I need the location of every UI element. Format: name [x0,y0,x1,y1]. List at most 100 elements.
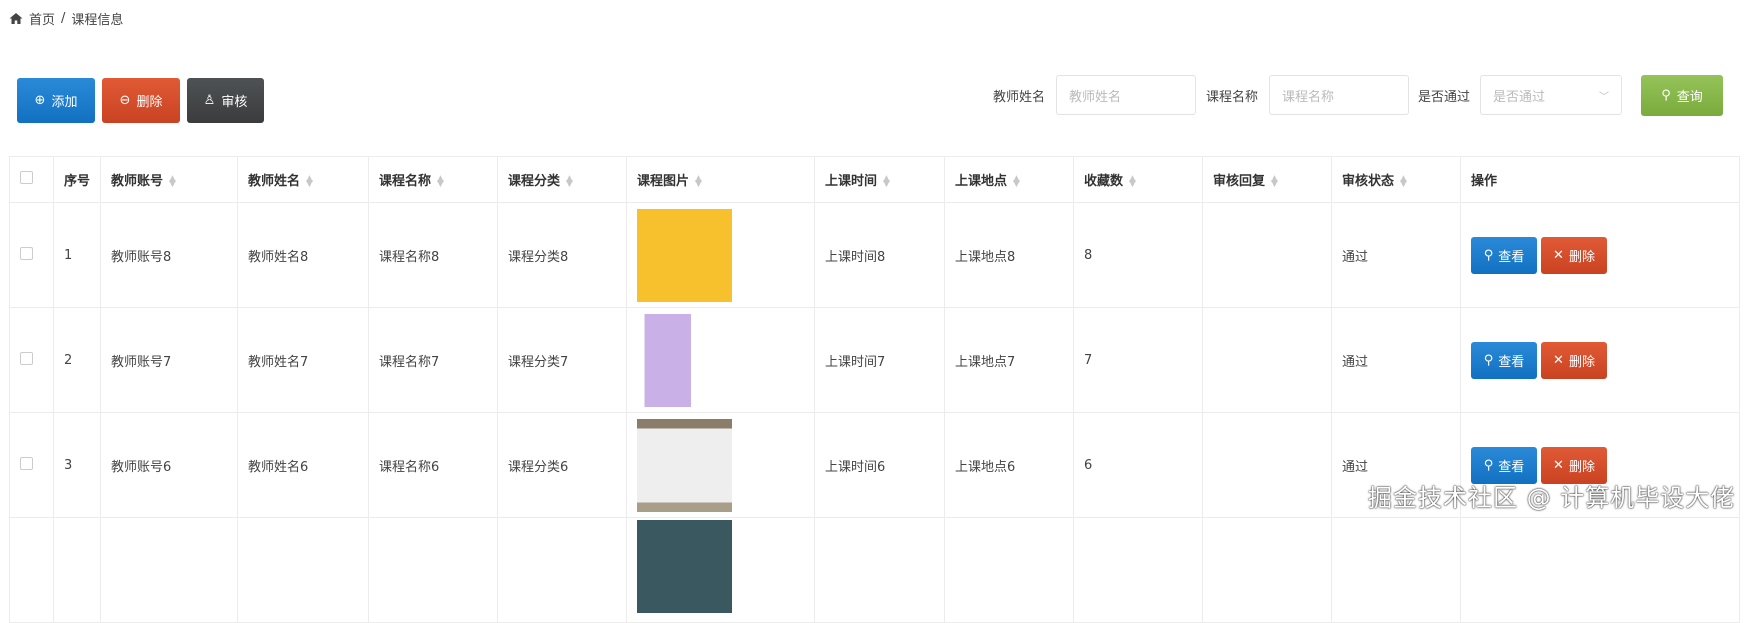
sort-icon[interactable]: ▲ ▼ [306,174,313,188]
view-label: 查看 [1498,354,1525,370]
breadcrumb-separator: / [61,11,66,26]
header-account[interactable]: 教师账号 ▲ ▼ [100,156,238,203]
pass-placeholder: 是否通过 [1493,89,1546,105]
cell-index: 3 [53,412,101,518]
row-delete-button[interactable]: ✕ 删除 [1541,341,1607,379]
cell-index: 2 [53,307,101,413]
delete-label: 删除 [1568,249,1595,265]
query-label: 查询 [1676,90,1703,105]
cell-name: 教师姓名6 [237,412,369,518]
query-button[interactable]: ⚲ 查询 [1641,75,1723,116]
home-icon[interactable] [9,12,23,25]
header-course[interactable]: 课程名称 ▲ ▼ [368,156,498,203]
cell-image [626,202,815,308]
cell-actions: ⚲ 查看 ✕ 删除 [1460,202,1740,308]
chevron-down-icon: ﹀ [1599,91,1609,103]
cell-favorites: 7 [1073,307,1203,413]
sort-icon[interactable]: ▲ ▼ [1400,174,1407,188]
cell-account: 教师账号6 [100,412,238,518]
cell-actions: ⚲ 查看 ✕ 删除 [1460,307,1740,413]
cell-name: 教师姓名8 [237,202,369,308]
sort-icon[interactable]: ▲ ▼ [1271,174,1278,188]
view-label: 查看 [1498,249,1525,265]
row-checkbox[interactable] [9,202,54,308]
table-row: 2 教师账号7 教师姓名7 课程名称7 课程分类7 上课时间7 上课地点7 7 … [9,307,1740,413]
header-favorites[interactable]: 收藏数 ▲ ▼ [1073,156,1203,203]
header-index: 序号 [53,156,101,203]
view-button[interactable]: ⚲ 查看 [1471,236,1537,274]
select-all-checkbox[interactable] [9,156,54,203]
cell-place: 上课地点7 [944,307,1074,413]
user-icon: ♙ [203,93,216,108]
header-place[interactable]: 上课地点 ▲ ▼ [944,156,1074,203]
audit-label: 审核 [221,95,248,110]
header-status[interactable]: 审核状态 ▲ ▼ [1331,156,1461,203]
close-icon: ✕ [1553,247,1564,263]
cell-favorites: 8 [1073,202,1203,308]
course-image[interactable] [637,208,732,302]
sort-icon[interactable]: ▲ ▼ [1013,174,1020,188]
delete-button[interactable]: ⊖ 删除 [102,78,180,123]
cell-course: 课程名称7 [368,307,498,413]
search-icon: ⚲ [1483,247,1494,263]
add-button[interactable]: ⊕ 添加 [17,78,95,123]
cell-image [626,412,815,518]
close-icon: ✕ [1553,352,1564,368]
teacher-name-input[interactable]: 教师姓名 [1056,75,1196,115]
header-image[interactable]: 课程图片 ▲ ▼ [626,156,815,203]
teacher-name-label: 教师姓名 [993,90,1046,105]
cell-image [626,307,815,413]
minus-circle-icon: ⊖ [119,93,131,108]
breadcrumb: 首页 / 课程信息 [9,9,123,28]
view-label: 查看 [1498,459,1525,475]
cell-category: 课程分类6 [497,412,627,518]
cell-reply [1202,307,1332,413]
row-checkbox[interactable] [9,307,54,413]
table-header-row: 序号 教师账号 ▲ ▼ 教师姓名 ▲ ▼ 课程名称 ▲ ▼ 课程分类 ▲ ▼ 课程图片 ▲ ▼ 上课… [9,156,1740,203]
table-row: 1 教师账号8 教师姓名8 课程名称8 课程分类8 上课时间8 上课地点8 8 … [9,202,1740,308]
course-image[interactable] [637,313,732,407]
sort-icon[interactable]: ▲ ▼ [566,174,573,188]
row-delete-button[interactable]: ✕ 删除 [1541,236,1607,274]
breadcrumb-current: 课程信息 [71,13,124,28]
search-icon: ⚲ [1483,352,1494,368]
plus-circle-icon: ⊕ [34,93,46,108]
course-name-placeholder: 课程名称 [1282,89,1335,105]
cell-place: 上课地点6 [944,412,1074,518]
cell-category: 课程分类8 [497,202,627,308]
sort-icon[interactable]: ▲ ▼ [1129,174,1136,188]
sort-icon[interactable]: ▲ ▼ [695,174,702,188]
sort-icon[interactable]: ▲ ▼ [883,174,890,188]
view-button[interactable]: ⚲ 查看 [1471,341,1537,379]
header-reply[interactable]: 审核回复 ▲ ▼ [1202,156,1332,203]
pass-select[interactable]: 是否通过 ﹀ [1480,75,1622,115]
cell-reply [1202,412,1332,518]
course-name-input[interactable]: 课程名称 [1269,75,1409,115]
audit-button[interactable]: ♙ 审核 [187,78,264,123]
cell-time: 上课时间8 [814,202,945,308]
cell-reply [1202,202,1332,308]
teacher-name-placeholder: 教师姓名 [1069,89,1122,105]
cell-account: 教师账号8 [100,202,238,308]
course-name-label: 课程名称 [1206,90,1259,105]
cell-place: 上课地点8 [944,202,1074,308]
header-time[interactable]: 上课时间 ▲ ▼ [814,156,945,203]
header-category[interactable]: 课程分类 ▲ ▼ [497,156,627,203]
cell-status: 通过 [1331,202,1461,308]
close-icon: ✕ [1553,457,1564,473]
breadcrumb-home[interactable]: 首页 [29,9,55,28]
course-image[interactable] [637,520,732,613]
cell-course: 课程名称6 [368,412,498,518]
row-checkbox[interactable] [9,412,54,518]
course-image[interactable] [637,418,732,512]
header-actions: 操作 [1460,156,1740,203]
search-icon: ⚲ [1661,88,1671,103]
header-name[interactable]: 教师姓名 ▲ ▼ [237,156,369,203]
sort-icon[interactable]: ▲ ▼ [437,174,444,188]
delete-label: 删除 [1568,459,1595,475]
cell-status: 通过 [1331,307,1461,413]
pass-label: 是否通过 [1418,90,1471,105]
sort-icon[interactable]: ▲ ▼ [169,174,176,188]
delete-label: 删除 [136,95,163,110]
cell-time: 上课时间6 [814,412,945,518]
